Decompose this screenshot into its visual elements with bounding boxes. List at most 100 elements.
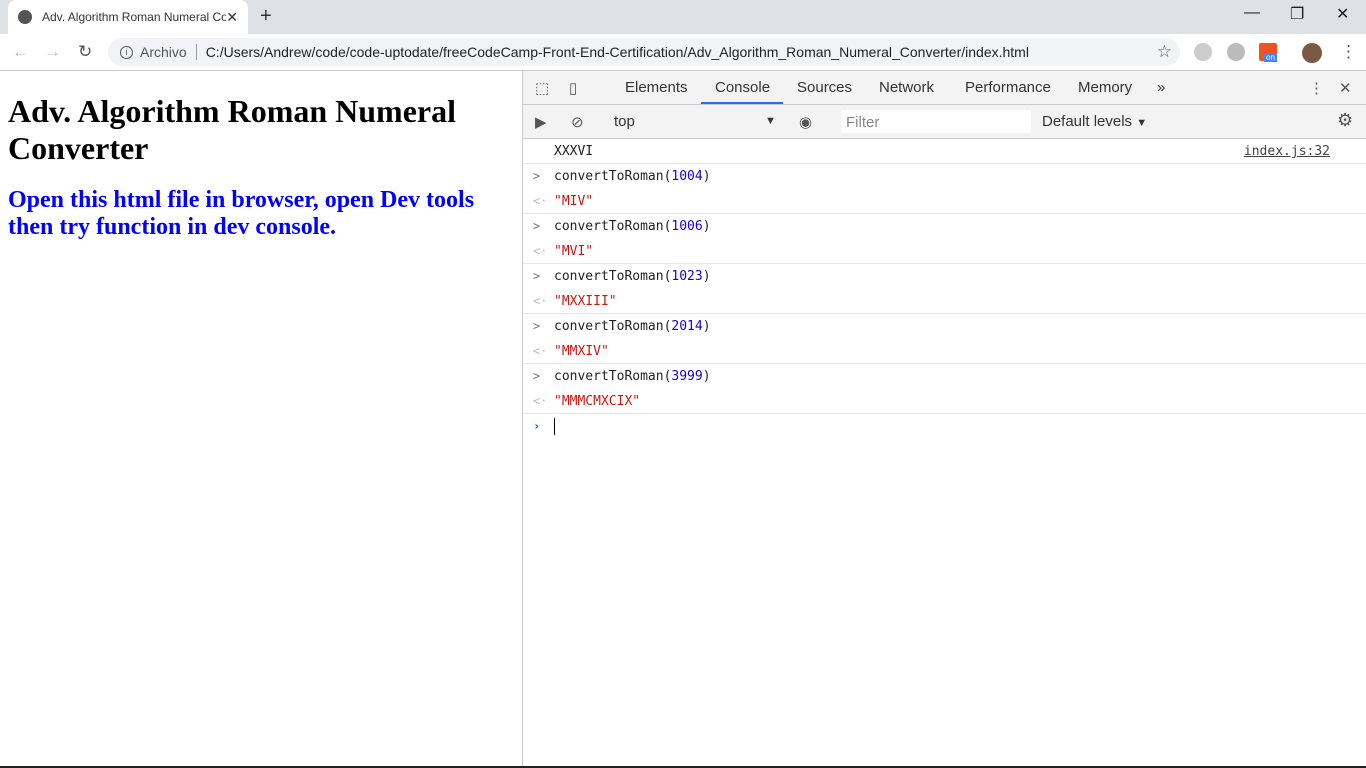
console-input-row: > convertToRoman(1006) [523,214,1366,239]
dark-mode-extension-icon[interactable] [1227,43,1245,61]
extension-icon[interactable] [1194,43,1212,61]
console-result-row: <· "MIV" [523,189,1366,214]
gear-icon[interactable]: ⚙ [1337,110,1353,131]
devtools-menu-icon[interactable]: ⋮ [1309,79,1324,97]
active-tab-indicator [701,102,783,104]
back-button[interactable]: ← [12,42,29,62]
chevron-down-icon: ▼ [1136,117,1148,129]
levels-dropdown[interactable]: Default levels ▼ [1042,113,1147,130]
tab-elements[interactable]: Elements [625,79,688,96]
eye-icon[interactable]: ◉ [799,113,812,131]
reload-button[interactable]: ↻ [78,42,92,62]
command-arg: 1006 [671,219,703,234]
console-output[interactable]: XXXVI index.js:32 > convertToRoman(1004) … [523,139,1366,439]
tab-sources[interactable]: Sources [797,79,852,96]
console-result-row: <· "MMXIV" [523,339,1366,364]
input-chevron-icon: > [533,219,541,233]
result-arrow-icon: <· [533,344,548,358]
source-link[interactable]: index.js:32 [1244,139,1330,164]
new-tab-button[interactable]: + [260,5,272,28]
command-arg: 1023 [671,269,703,284]
clear-console-icon[interactable]: ⊘ [571,113,584,131]
extension-badge: on [1264,53,1277,62]
profile-avatar[interactable] [1302,43,1322,63]
url-text[interactable]: C:/Users/Andrew/code/code-uptodate/freeC… [206,44,1029,60]
chevron-down-icon: ▼ [765,115,776,127]
command-fn: convertToRoman( [554,369,672,384]
result-value: "MMMCMXCIX" [554,394,641,409]
result-value: "MMXIV" [554,344,609,359]
prompt-chevron-icon: › [533,419,541,433]
browser-tab[interactable]: Adv. Algorithm Roman Numeral Converter ✕ [8,0,248,34]
forward-button[interactable]: → [44,42,61,62]
result-arrow-icon: <· [533,394,548,408]
devtools-tabbar: ⬚ ▯ Elements Console Sources Network Per… [523,71,1366,105]
log-text: XXXVI [554,144,594,159]
input-chevron-icon: > [533,169,541,183]
menu-icon[interactable]: ⋮ [1340,42,1357,62]
levels-label: Default levels [1042,113,1133,130]
devtools-panel: ⬚ ▯ Elements Console Sources Network Per… [522,71,1366,768]
context-selector[interactable]: top [614,113,635,130]
console-result-row: <· "MXXIII" [523,289,1366,314]
inspect-element-icon[interactable]: ⬚ [535,79,549,97]
console-result-row: <· "MVI" [523,239,1366,264]
globe-icon [18,10,32,24]
result-value: "MVI" [554,244,594,259]
command-close: ) [702,269,711,284]
result-arrow-icon: <· [533,194,548,208]
tab-network[interactable]: Network [879,79,934,96]
console-input-row: > convertToRoman(2014) [523,314,1366,339]
text-caret [554,418,555,435]
page-content: Adv. Algorithm Roman Numeral Converter O… [0,71,522,768]
tab-strip: Adv. Algorithm Roman Numeral Converter ✕… [0,0,1366,34]
bookmark-star-icon[interactable]: ☆ [1157,42,1172,62]
command-fn: convertToRoman( [554,269,672,284]
restore-button[interactable]: ❐ [1290,4,1304,24]
sidebar-toggle-icon[interactable]: ▶ [535,113,547,131]
input-chevron-icon: > [533,369,541,383]
command-close: ) [702,169,711,184]
info-icon[interactable]: i [120,45,133,59]
input-chevron-icon: > [533,269,541,283]
console-input-row: > convertToRoman(1004) [523,164,1366,189]
console-input-row: > convertToRoman(1023) [523,264,1366,289]
page-title: Adv. Algorithm Roman Numeral Converter [8,93,456,166]
command-arg: 1004 [671,169,703,184]
filter-input[interactable]: Filter [841,110,1031,133]
close-window-button[interactable]: ✕ [1336,4,1349,24]
close-devtools-icon[interactable]: ✕ [1339,79,1352,97]
console-input-row: > convertToRoman(3999) [523,364,1366,389]
console-log-row: XXXVI index.js:32 [523,139,1366,164]
tab-performance[interactable]: Performance [965,79,1051,96]
scheme-label: Archivo [140,44,187,60]
close-tab-icon[interactable]: ✕ [226,9,238,26]
command-fn: convertToRoman( [554,319,672,334]
result-value: "MXXIII" [554,294,617,309]
more-tabs-icon[interactable]: » [1157,79,1165,96]
browser-toolbar: ← → ↻ i Archivo C:/Users/Andrew/code/cod… [0,34,1366,71]
input-chevron-icon: > [533,319,541,333]
divider [195,44,197,60]
command-close: ) [702,219,711,234]
command-close: ) [702,369,711,384]
device-toolbar-icon[interactable]: ▯ [569,79,577,97]
console-result-row: <· "MMMCMXCIX" [523,389,1366,414]
command-fn: convertToRoman( [554,219,672,234]
result-value: "MIV" [554,194,594,209]
tab-title: Adv. Algorithm Roman Numeral Converter [42,10,227,24]
tab-console[interactable]: Console [715,79,770,96]
command-close: ) [702,319,711,334]
page-subtitle: Open this html file in browser, open Dev… [8,187,475,240]
command-arg: 2014 [671,319,703,334]
result-arrow-icon: <· [533,294,548,308]
address-bar[interactable]: i Archivo C:/Users/Andrew/code/code-upto… [108,38,1180,66]
tab-memory[interactable]: Memory [1078,79,1132,96]
console-toolbar: ▶ ⊘ top ▼ ◉ Filter Default levels ▼ ⚙ [523,105,1366,139]
result-arrow-icon: <· [533,244,548,258]
console-prompt[interactable]: › [523,414,1366,439]
command-arg: 3999 [671,369,703,384]
command-fn: convertToRoman( [554,169,672,184]
extension-badge-icon[interactable]: on [1259,43,1277,62]
minimize-button[interactable]: — [1244,4,1260,22]
